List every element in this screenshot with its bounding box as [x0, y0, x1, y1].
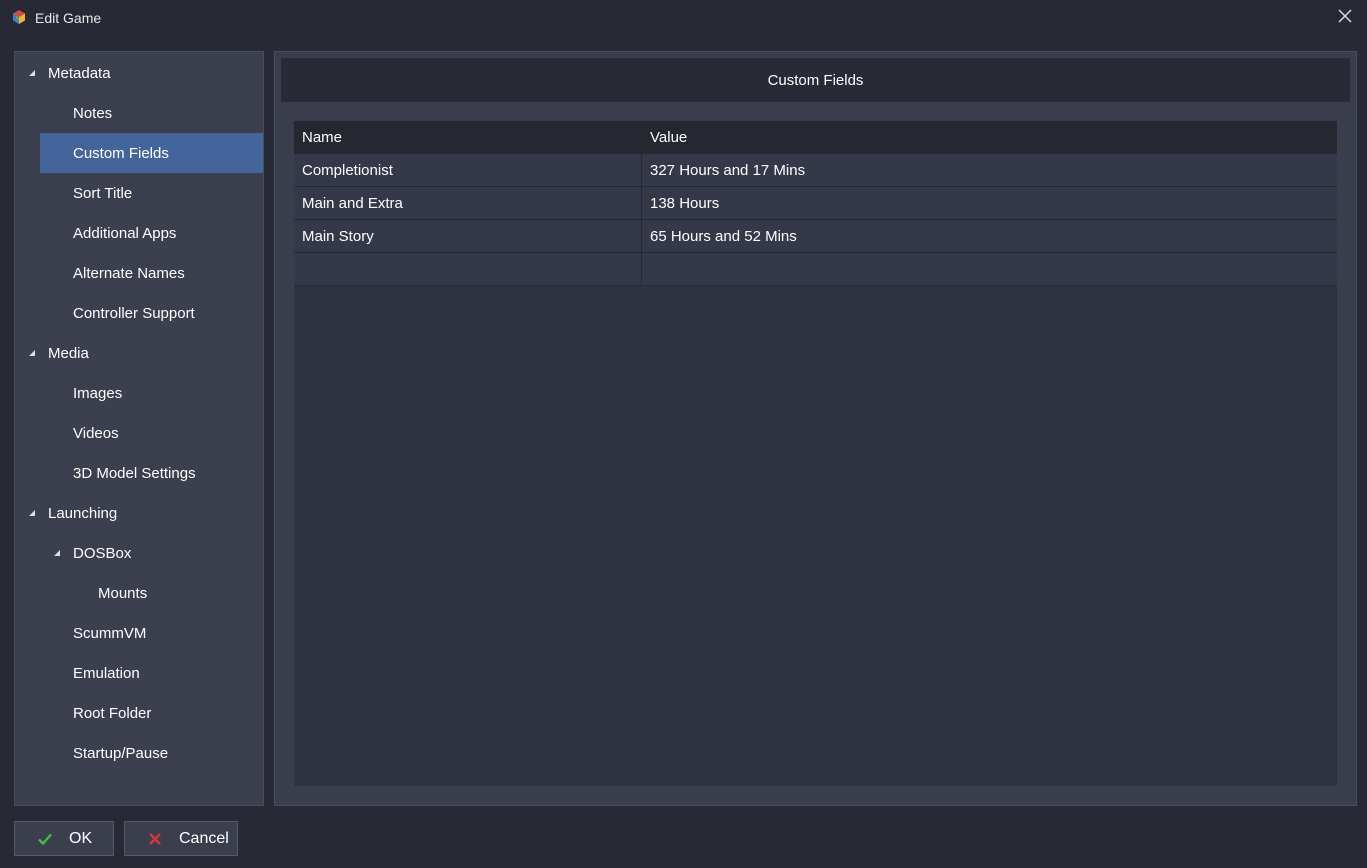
checkmark-icon — [37, 831, 53, 847]
sidebar-item-metadata[interactable]: Metadata — [15, 53, 263, 93]
custom-fields-table: Name Value Completionist 327 Hours and 1… — [294, 121, 1337, 786]
close-icon — [1338, 9, 1352, 28]
sidebar-item-label: Emulation — [73, 664, 140, 682]
table-header-row: Name Value — [294, 121, 1337, 154]
sidebar-item-emulation[interactable]: Emulation — [40, 653, 263, 693]
sidebar-item-root-folder[interactable]: Root Folder — [40, 693, 263, 733]
sidebar-item-label: Startup/Pause — [73, 744, 169, 762]
sidebar-item-label: Sort Title — [73, 184, 133, 202]
field-value-cell[interactable]: 327 Hours and 17 Mins — [642, 154, 1337, 187]
sidebar-item-startup-pause[interactable]: Startup/Pause — [40, 733, 263, 773]
expand-triangle-icon[interactable] — [29, 70, 35, 76]
table-row[interactable]: Completionist 327 Hours and 17 Mins — [294, 154, 1337, 187]
sidebar-item-label: Root Folder — [73, 704, 152, 722]
sidebar-item-label: Videos — [73, 424, 119, 442]
field-name-cell[interactable] — [294, 253, 642, 286]
field-name-cell[interactable]: Main Story — [294, 220, 642, 253]
sidebar-item-launching[interactable]: Launching — [15, 493, 263, 533]
field-name-cell[interactable]: Main and Extra — [294, 187, 642, 220]
sidebar-item-images[interactable]: Images — [40, 373, 263, 413]
sidebar-item-label: DOSBox — [73, 544, 132, 562]
sidebar-item-additional-apps[interactable]: Additional Apps — [40, 213, 263, 253]
sidebar-item-label: Controller Support — [73, 304, 195, 322]
expand-triangle-icon[interactable] — [29, 350, 35, 356]
sidebar-item-label: 3D Model Settings — [73, 464, 196, 482]
sidebar-item-label: Additional Apps — [73, 224, 177, 242]
field-value-cell[interactable]: 138 Hours — [642, 187, 1337, 220]
sidebar-item-3d-model-settings[interactable]: 3D Model Settings — [40, 453, 263, 493]
column-header-name[interactable]: Name — [294, 121, 642, 154]
cancel-button[interactable]: Cancel — [124, 821, 238, 856]
sidebar-item-controller-support[interactable]: Controller Support — [40, 293, 263, 333]
sidebar-item-notes[interactable]: Notes — [40, 93, 263, 133]
field-name-cell[interactable]: Completionist — [294, 154, 642, 187]
cancel-x-icon — [147, 831, 163, 847]
ok-label: OK — [69, 829, 93, 847]
sidebar-item-label: Custom Fields — [73, 144, 169, 162]
sidebar-item-media[interactable]: Media — [15, 333, 263, 373]
sidebar-item-scummvm[interactable]: ScummVM — [40, 613, 263, 653]
cancel-label: Cancel — [179, 829, 229, 847]
expand-triangle-icon[interactable] — [54, 550, 60, 556]
sidebar-item-label: Notes — [73, 104, 113, 122]
sidebar-item-label: Launching — [48, 504, 118, 522]
title-bar: Edit Game — [0, 0, 1367, 36]
main-panel: Custom Fields Name Value Completionist 3… — [274, 51, 1357, 806]
sidebar-item-dosbox[interactable]: DOSBox — [40, 533, 263, 573]
app-cube-icon — [11, 9, 27, 25]
sidebar-item-label: Alternate Names — [73, 264, 185, 282]
sidebar-item-custom-fields[interactable]: Custom Fields — [40, 133, 263, 173]
sidebar-tree: Metadata Notes Custom Fields Sort Title Addi… — [14, 51, 264, 806]
sidebar-item-sort-title[interactable]: Sort Title — [40, 173, 263, 213]
close-button[interactable] — [1331, 4, 1359, 32]
field-value-cell[interactable] — [642, 253, 1337, 286]
sidebar-item-label: Metadata — [48, 64, 111, 82]
sidebar-item-label: Images — [73, 384, 123, 402]
sidebar-item-mounts[interactable]: Mounts — [40, 573, 263, 613]
window-title: Edit Game — [35, 10, 102, 26]
sidebar-item-label: Media — [48, 344, 89, 362]
sidebar-item-label: Mounts — [98, 584, 148, 602]
sidebar-item-videos[interactable]: Videos — [40, 413, 263, 453]
column-header-value[interactable]: Value — [642, 121, 1337, 154]
panel-title: Custom Fields — [281, 58, 1350, 102]
sidebar-item-alternate-names[interactable]: Alternate Names — [40, 253, 263, 293]
table-row[interactable]: Main and Extra 138 Hours — [294, 187, 1337, 220]
field-value-cell[interactable]: 65 Hours and 52 Mins — [642, 220, 1337, 253]
sidebar-item-label: ScummVM — [73, 624, 147, 642]
new-row-placeholder[interactable] — [294, 253, 1337, 286]
ok-button[interactable]: OK — [14, 821, 114, 856]
expand-triangle-icon[interactable] — [29, 510, 35, 516]
table-row[interactable]: Main Story 65 Hours and 52 Mins — [294, 220, 1337, 253]
